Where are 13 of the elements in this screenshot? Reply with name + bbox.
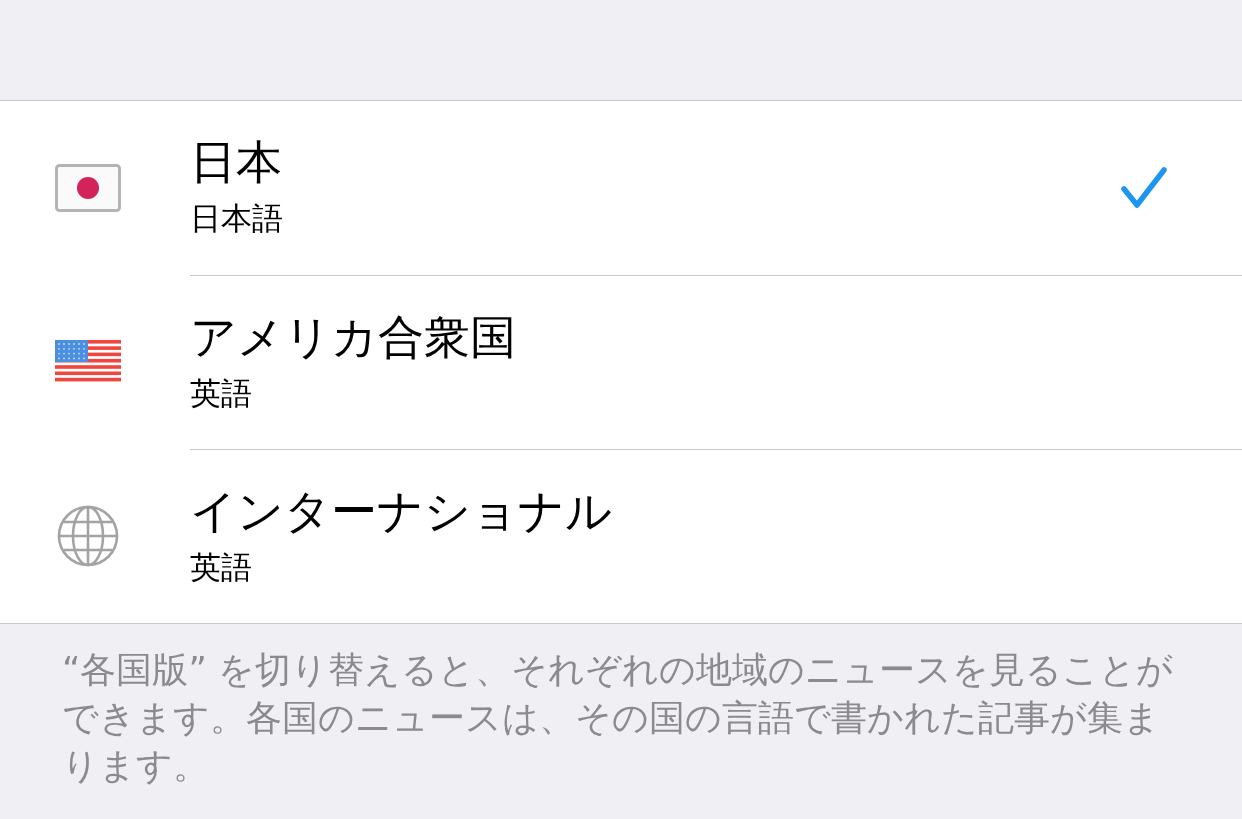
globe-icon	[57, 505, 119, 567]
edition-language: 英語	[190, 547, 252, 587]
us-flag-icon	[55, 340, 121, 384]
edition-language: 日本語	[190, 199, 283, 238]
edition-name: インターナショナル	[190, 482, 612, 539]
footer-note: “各国版” を切り替えると、それぞれの地域のニュースを見ることができます。各国のニュースは、その国の言語で書かれた記事が集まります。	[62, 648, 1175, 788]
edition-row[interactable]: 日本 日本語	[0, 101, 1242, 275]
edition-name: 日本	[190, 134, 282, 190]
edition-row[interactable]: アメリカ合衆国 英語	[0, 275, 1242, 449]
edition-row[interactable]: インターナショナル 英語	[0, 449, 1242, 623]
edition-name: アメリカ合衆国	[190, 308, 516, 365]
japan-flag-icon	[55, 164, 121, 212]
edition-language: 英語	[190, 373, 252, 413]
